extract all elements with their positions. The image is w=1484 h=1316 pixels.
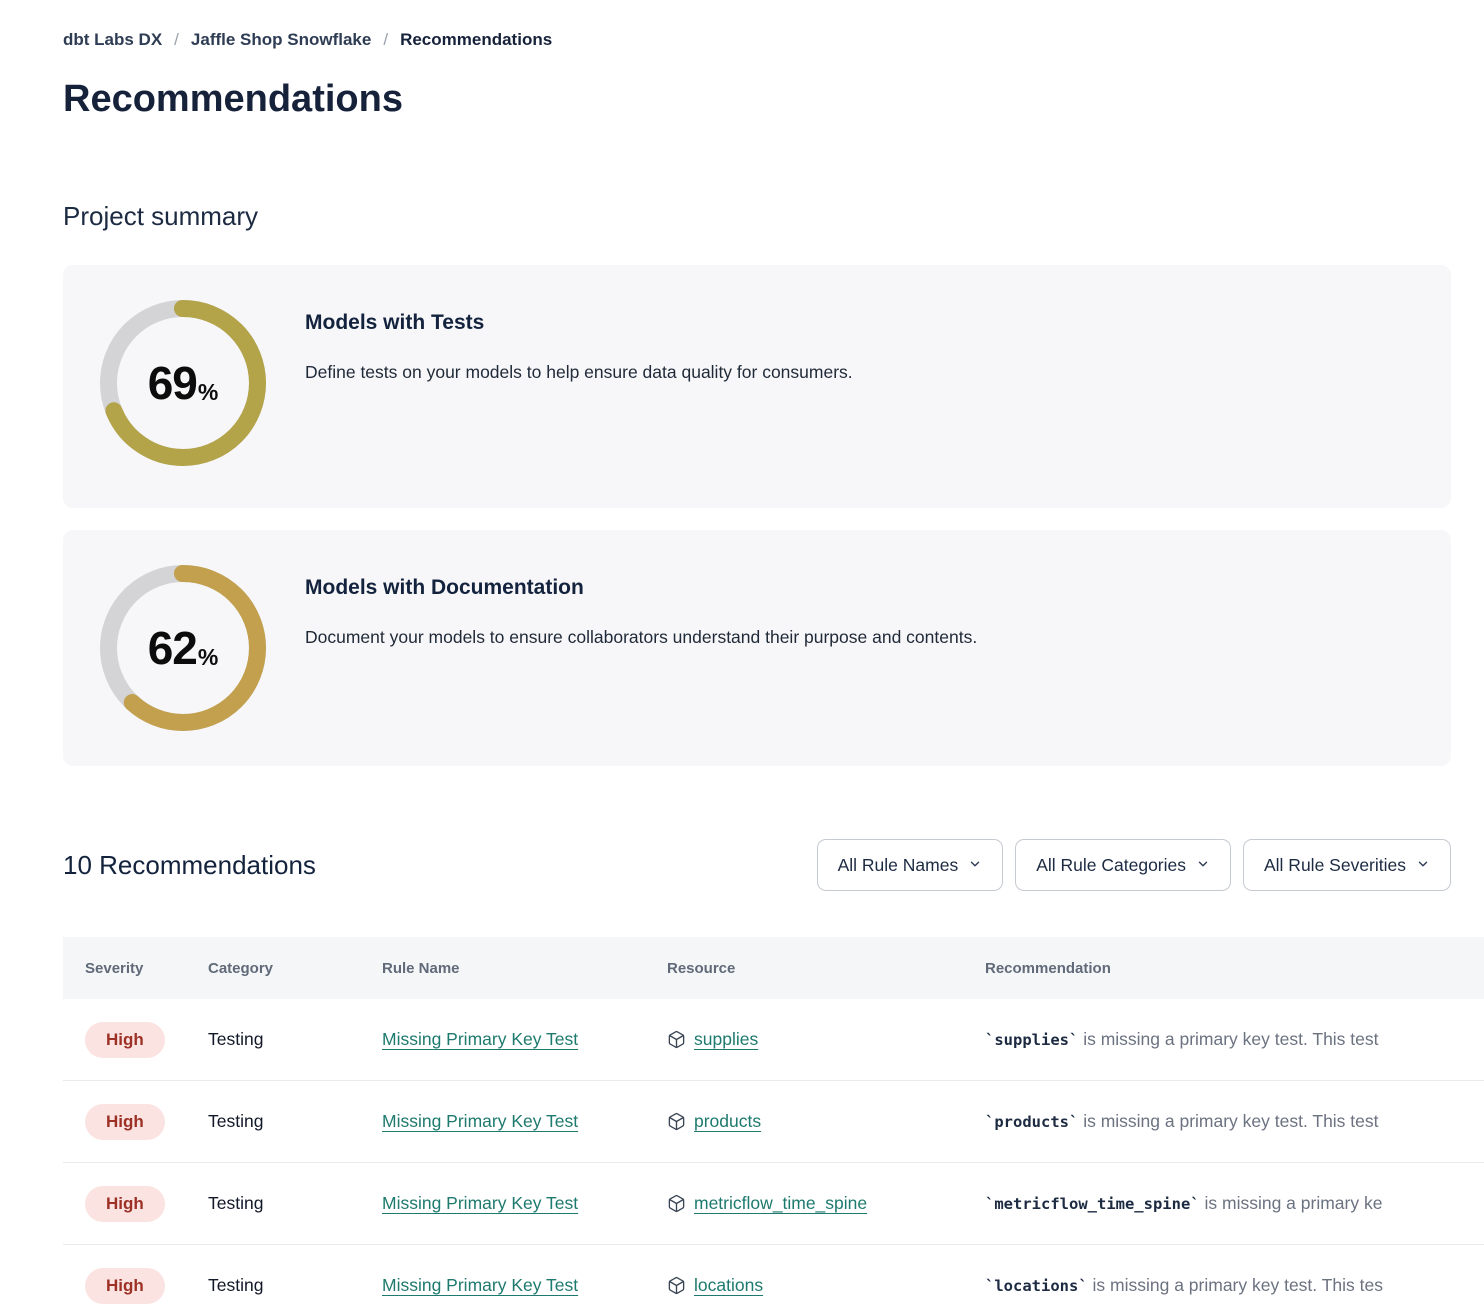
card-text: Models with Tests Define tests on your m… — [305, 311, 853, 383]
filter-label: All Rule Severities — [1264, 855, 1406, 876]
rule-name-cell: Missing Primary Key Test — [382, 1275, 667, 1296]
resource-cell: products — [667, 1111, 985, 1132]
severity-cell: High — [85, 1104, 208, 1140]
package-cube-icon — [667, 1276, 686, 1295]
chevron-down-icon — [1196, 855, 1210, 876]
severity-badge: High — [85, 1268, 165, 1304]
recommendation-text: is missing a primary key test. This test — [1078, 1111, 1378, 1131]
column-header-category: Category — [208, 960, 382, 977]
column-header-severity: Severity — [85, 960, 208, 977]
percent-number: 69 — [148, 356, 197, 410]
severity-cell: High — [85, 1022, 208, 1058]
rule-name-cell: Missing Primary Key Test — [382, 1193, 667, 1214]
resource-link[interactable]: locations — [694, 1275, 763, 1296]
project-summary-heading: Project summary — [63, 201, 1484, 232]
severity-badge: High — [85, 1022, 165, 1058]
severity-badge: High — [85, 1104, 165, 1140]
recommendation-text: is missing a primary key test. This test — [1078, 1029, 1378, 1049]
table-header-row: Severity Category Rule Name Resource Rec… — [63, 937, 1484, 999]
docs-donut-chart: 62 % — [100, 565, 266, 731]
filter-label: All Rule Categories — [1036, 855, 1186, 876]
recommendation-cell: `supplies` is missing a primary key test… — [985, 1029, 1484, 1050]
recommendation-cell: `locations` is missing a primary key tes… — [985, 1275, 1484, 1296]
rule-name-cell: Missing Primary Key Test — [382, 1029, 667, 1050]
chevron-down-icon — [968, 855, 982, 876]
severity-cell: High — [85, 1268, 208, 1304]
card-title: Models with Documentation — [305, 576, 977, 600]
breadcrumb-separator: / — [383, 30, 388, 50]
rule-name-link[interactable]: Missing Primary Key Test — [382, 1111, 578, 1131]
filters-group: All Rule Names All Rule Categories All R… — [817, 839, 1451, 891]
recommendation-cell: `products` is missing a primary key test… — [985, 1111, 1484, 1132]
resource-link[interactable]: products — [694, 1111, 761, 1132]
severity-badge: High — [85, 1186, 165, 1222]
category-cell: Testing — [208, 1029, 382, 1050]
rule-name-link[interactable]: Missing Primary Key Test — [382, 1275, 578, 1295]
resource-cell: supplies — [667, 1029, 985, 1050]
resource-code-snippet: `supplies` — [985, 1031, 1078, 1049]
table-row: High Testing Missing Primary Key Test me… — [63, 1163, 1484, 1245]
summary-card-models-with-tests: 69 % Models with Tests Define tests on y… — [63, 265, 1451, 508]
tests-donut-chart: 69 % — [100, 300, 266, 466]
resource-cell: locations — [667, 1275, 985, 1296]
rule-name-link[interactable]: Missing Primary Key Test — [382, 1193, 578, 1213]
recommendation-text: is missing a primary key test. This tes — [1088, 1275, 1383, 1295]
chevron-down-icon — [1416, 855, 1430, 876]
column-header-recommendation: Recommendation — [985, 960, 1484, 977]
resource-link[interactable]: supplies — [694, 1029, 758, 1050]
table-body: High Testing Missing Primary Key Test su… — [63, 999, 1484, 1316]
breadcrumb-separator: / — [174, 30, 179, 50]
breadcrumb-project[interactable]: Jaffle Shop Snowflake — [191, 30, 371, 50]
percent-sign: % — [198, 644, 218, 671]
recommendation-text: is missing a primary ke — [1200, 1193, 1383, 1213]
rule-names-filter-dropdown[interactable]: All Rule Names — [817, 839, 1004, 891]
category-cell: Testing — [208, 1111, 382, 1132]
resource-code-snippet: `products` — [985, 1113, 1078, 1131]
card-description: Document your models to ensure collabora… — [305, 627, 977, 648]
resource-link[interactable]: metricflow_time_spine — [694, 1193, 867, 1214]
rule-categories-filter-dropdown[interactable]: All Rule Categories — [1015, 839, 1231, 891]
filter-label: All Rule Names — [838, 855, 959, 876]
category-cell: Testing — [208, 1193, 382, 1214]
resource-code-snippet: `locations` — [985, 1277, 1088, 1295]
page-title: Recommendations — [63, 78, 1484, 121]
resource-cell: metricflow_time_spine — [667, 1193, 985, 1214]
category-cell: Testing — [208, 1275, 382, 1296]
rule-severities-filter-dropdown[interactable]: All Rule Severities — [1243, 839, 1451, 891]
donut-percent-label: 62 % — [100, 565, 266, 731]
package-cube-icon — [667, 1030, 686, 1049]
percent-number: 62 — [148, 621, 197, 675]
table-row: High Testing Missing Primary Key Test lo… — [63, 1245, 1484, 1316]
resource-code-snippet: `metricflow_time_spine` — [985, 1195, 1200, 1213]
breadcrumb-account[interactable]: dbt Labs DX — [63, 30, 162, 50]
package-cube-icon — [667, 1112, 686, 1131]
summary-card-models-with-documentation: 62 % Models with Documentation Document … — [63, 530, 1451, 766]
table-row: High Testing Missing Primary Key Test su… — [63, 999, 1484, 1081]
recommendations-page: dbt Labs DX / Jaffle Shop Snowflake / Re… — [0, 0, 1484, 1316]
recommendation-cell: `metricflow_time_spine` is missing a pri… — [985, 1193, 1484, 1214]
column-header-resource: Resource — [667, 960, 985, 977]
donut-percent-label: 69 % — [100, 300, 266, 466]
recommendations-count-heading: 10 Recommendations — [63, 850, 316, 881]
card-description: Define tests on your models to help ensu… — [305, 362, 853, 383]
package-cube-icon — [667, 1194, 686, 1213]
percent-sign: % — [198, 379, 218, 406]
breadcrumb: dbt Labs DX / Jaffle Shop Snowflake / Re… — [63, 30, 1484, 50]
rule-name-cell: Missing Primary Key Test — [382, 1111, 667, 1132]
column-header-rule-name: Rule Name — [382, 960, 667, 977]
severity-cell: High — [85, 1186, 208, 1222]
card-title: Models with Tests — [305, 311, 853, 335]
recommendations-table: Severity Category Rule Name Resource Rec… — [63, 937, 1484, 1316]
table-row: High Testing Missing Primary Key Test pr… — [63, 1081, 1484, 1163]
rule-name-link[interactable]: Missing Primary Key Test — [382, 1029, 578, 1049]
breadcrumb-current: Recommendations — [400, 30, 552, 50]
card-text: Models with Documentation Document your … — [305, 576, 977, 648]
recommendations-toolbar: 10 Recommendations All Rule Names All Ru… — [63, 839, 1451, 891]
